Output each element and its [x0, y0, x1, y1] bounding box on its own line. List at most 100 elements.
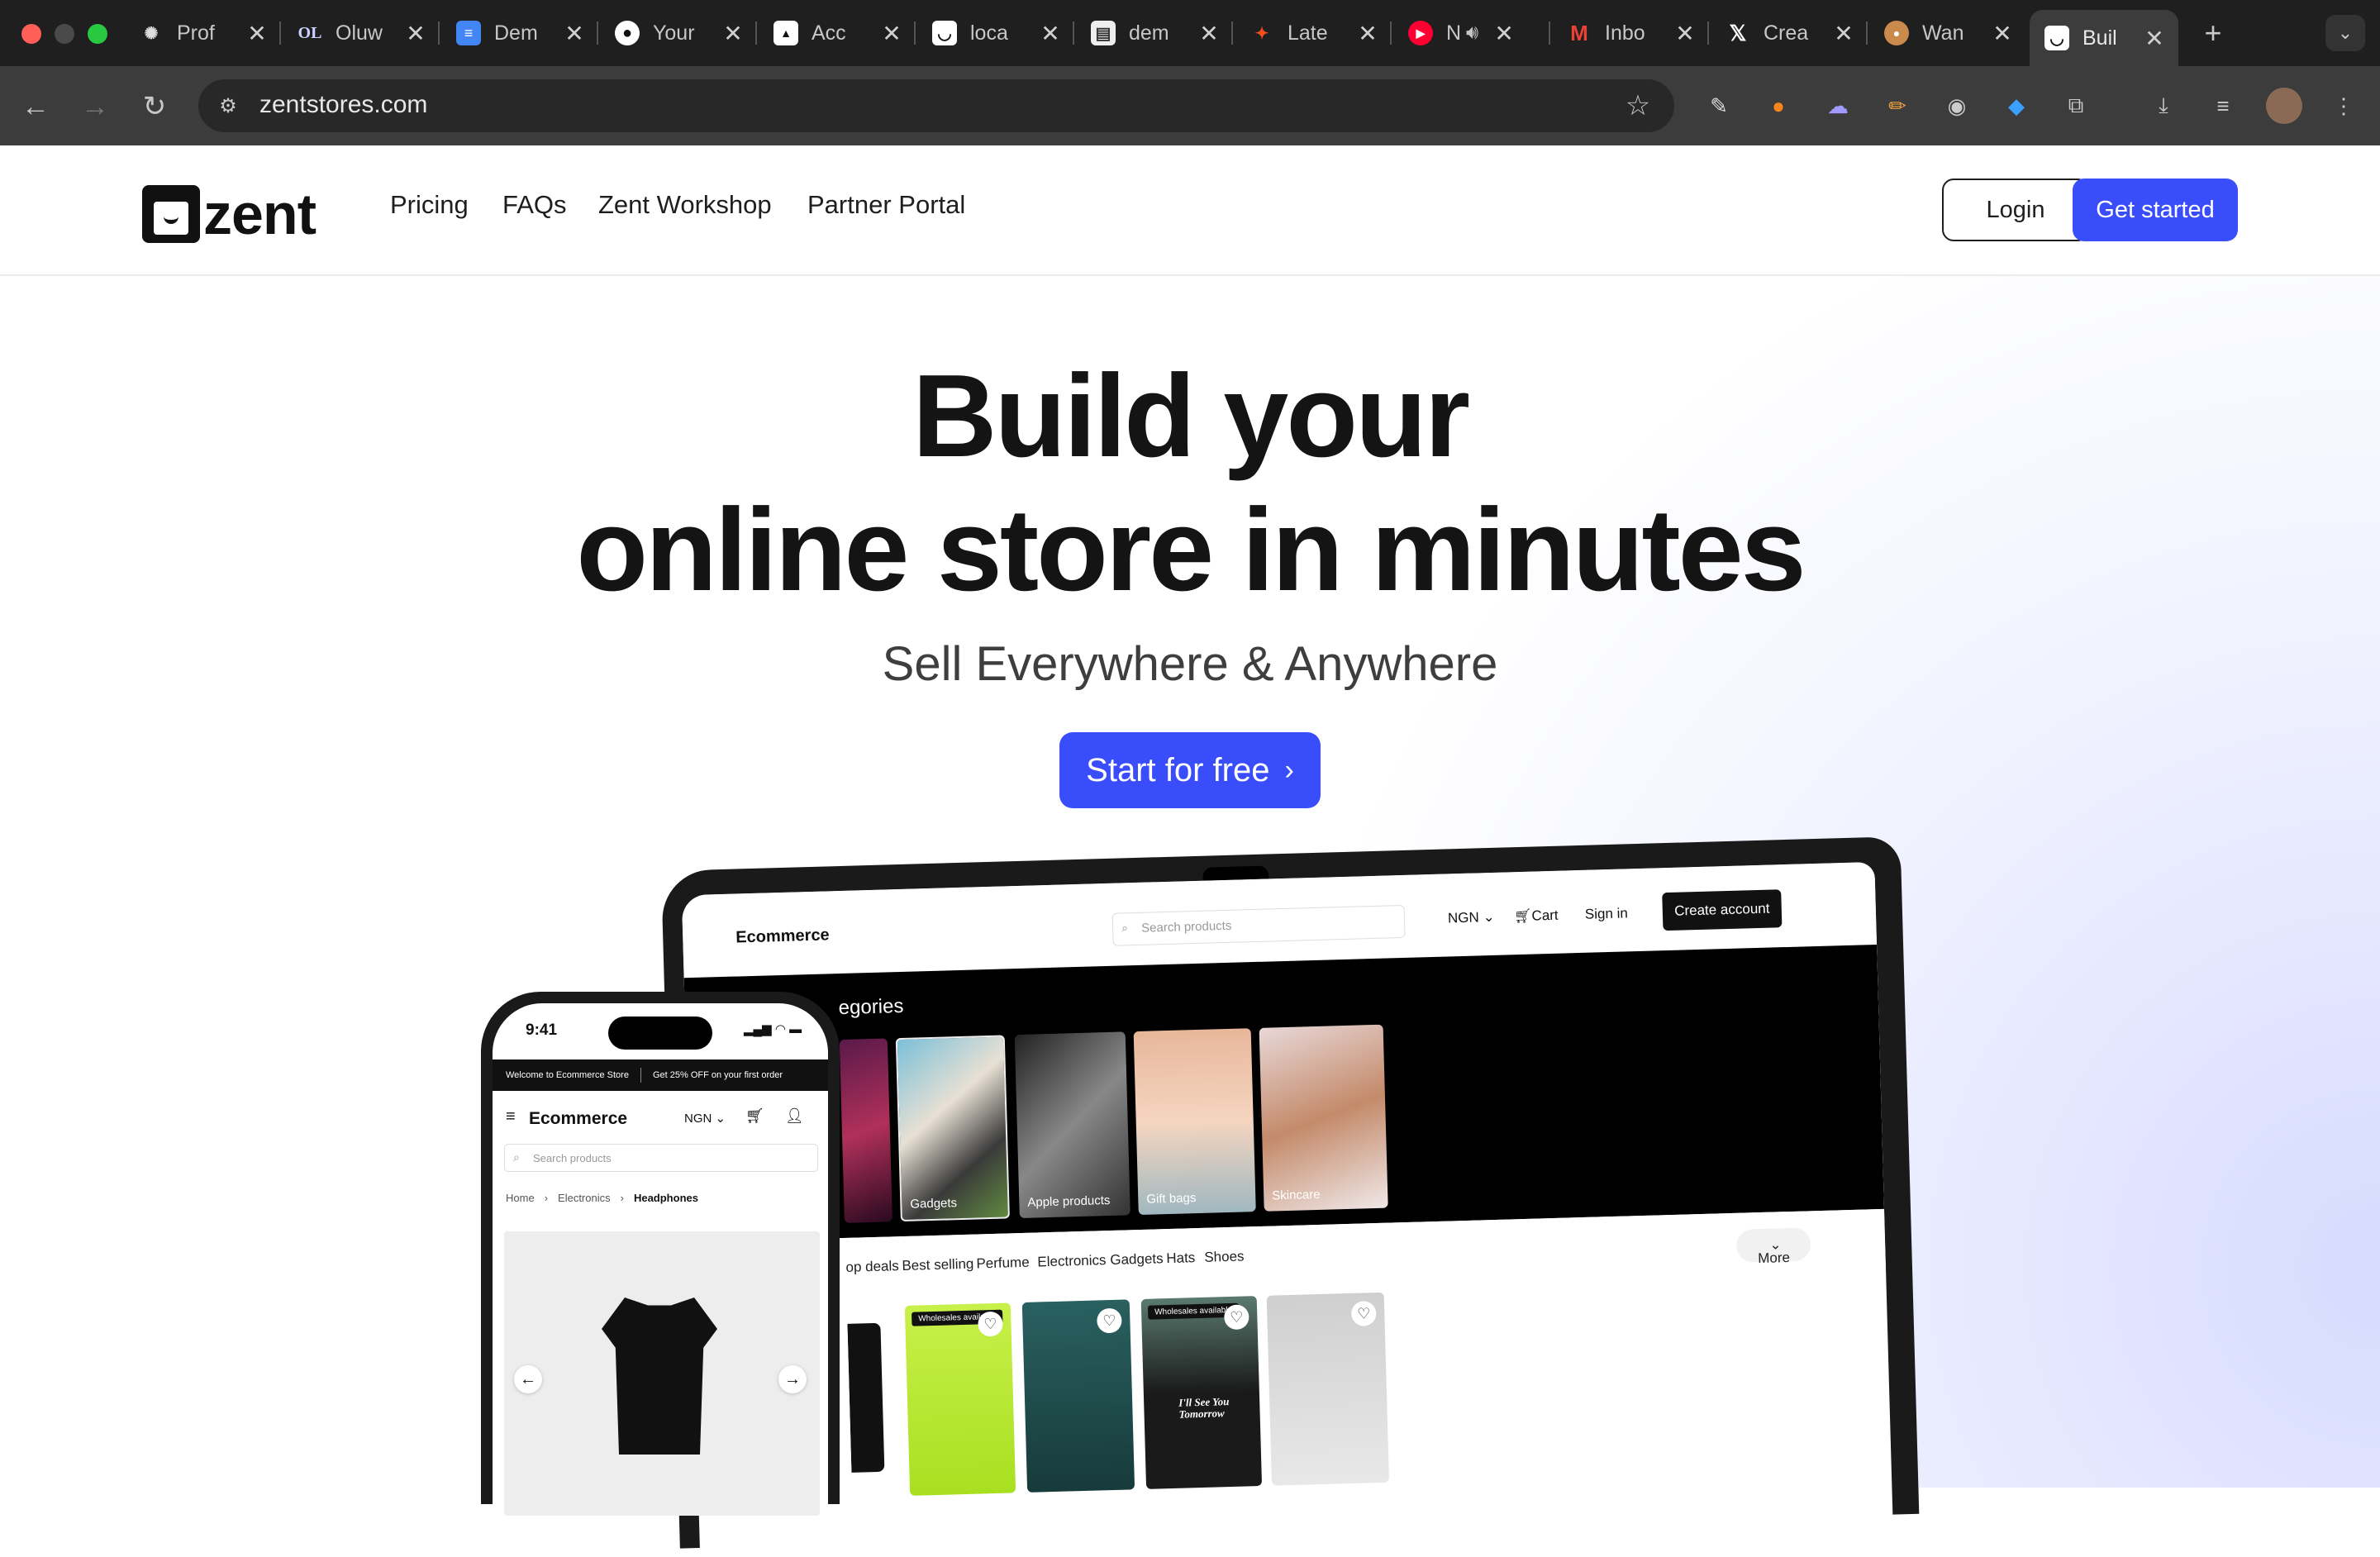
category-card[interactable]	[839, 1038, 892, 1223]
start-for-free-button[interactable]: Start for free ›	[1059, 732, 1321, 808]
promo-banner: Welcome to Ecommerce Store Get 25% OFF o…	[493, 1059, 828, 1091]
currency-select[interactable]: NGN ⌄	[1448, 909, 1495, 927]
browser-tab[interactable]: ▶ N 🔊︎ ✕	[1393, 13, 1550, 53]
get-started-button[interactable]: Get started	[2073, 179, 2238, 241]
reload-icon[interactable]: ↻	[136, 88, 174, 126]
login-button[interactable]: Login	[1942, 179, 2089, 241]
site-info-icon[interactable]: ⚙	[210, 88, 246, 124]
heart-icon[interactable]: ♡	[1223, 1304, 1250, 1331]
nav-partner-portal[interactable]: Partner Portal	[807, 190, 965, 220]
filter-perfume[interactable]: Perfume	[976, 1255, 1030, 1273]
phone-search-input[interactable]: ⌕ Search products	[504, 1144, 818, 1172]
filter-top-deals[interactable]: op deals	[845, 1258, 899, 1276]
filter-best-selling[interactable]: Best selling	[902, 1256, 973, 1274]
browser-tab[interactable]: 𝕏 Crea ✕	[1711, 13, 1868, 53]
product-card-jordan[interactable]: ♡	[1266, 1292, 1389, 1486]
browser-tab[interactable]: ◡ loca ✕	[917, 13, 1074, 53]
cart-link[interactable]: 🛒︎Cart	[1514, 907, 1559, 925]
category-card-skincare[interactable]: Skincare	[1259, 1024, 1388, 1212]
pen-icon[interactable]: ✏	[1879, 88, 1916, 124]
close-tab-icon[interactable]: ✕	[2140, 25, 2168, 52]
heart-icon[interactable]: ♡	[1096, 1307, 1122, 1334]
hamburger-icon[interactable]: ≡	[506, 1107, 516, 1126]
product-card-graphic-hoodie[interactable]: Wholesales available ♡ I'll See You Tomo…	[1140, 1296, 1263, 1489]
close-tab-icon[interactable]: ✕	[1830, 20, 1858, 47]
dynamic-island	[608, 1017, 712, 1050]
browser-tab-active[interactable]: ◡ Buil ✕	[2030, 10, 2178, 66]
eyedropper-icon[interactable]: ✎	[1701, 88, 1737, 124]
filter-electronics[interactable]: Electronics	[1037, 1252, 1107, 1270]
minimize-window-button[interactable]	[55, 24, 74, 44]
maximize-window-button[interactable]	[88, 24, 107, 44]
nav-zent-workshop[interactable]: Zent Workshop	[598, 190, 772, 220]
close-tab-icon[interactable]: ✕	[1671, 20, 1699, 47]
product-card-sneaker[interactable]: Wholesales available ♡	[904, 1302, 1016, 1496]
storage-icon[interactable]: ◉	[1939, 88, 1975, 124]
product-card-hoodie[interactable]: ♡	[1021, 1299, 1135, 1493]
diamond-icon[interactable]: ◆	[1998, 88, 2035, 124]
menu-kebab-icon[interactable]: ⋮	[2325, 88, 2362, 124]
close-window-button[interactable]	[21, 24, 41, 44]
create-account-button[interactable]: Create account	[1662, 889, 1783, 931]
filter-hats[interactable]: Hats	[1166, 1250, 1196, 1267]
close-tab-icon[interactable]: ✕	[1988, 20, 2016, 47]
more-dropdown[interactable]: More ⌄	[1735, 1227, 1811, 1266]
user-icon[interactable]: 👤︎	[785, 1107, 804, 1125]
close-tab-icon[interactable]: ✕	[560, 20, 588, 47]
tab-search-icon[interactable]: ⌄	[2325, 15, 2365, 51]
nav-pricing[interactable]: Pricing	[390, 190, 469, 220]
filter-gadgets[interactable]: Gadgets	[1110, 1250, 1164, 1269]
forward-icon[interactable]: →	[76, 88, 114, 126]
vercel-icon: ▲	[774, 21, 798, 45]
nav-faqs[interactable]: FAQs	[502, 190, 567, 220]
close-tab-icon[interactable]: ✕	[402, 20, 430, 47]
sign-in-link[interactable]: Sign in	[1585, 905, 1629, 922]
profile-avatar[interactable]	[2266, 88, 2302, 124]
close-tab-icon[interactable]: ✕	[243, 20, 271, 47]
bookmark-star-icon[interactable]: ☆	[1618, 86, 1658, 126]
url-text[interactable]: zentstores.com	[259, 91, 427, 119]
close-tab-icon[interactable]: ✕	[1036, 20, 1064, 47]
status-icons: ▂▄▆ ◠ ▬	[744, 1022, 802, 1036]
product-card[interactable]	[846, 1306, 896, 1497]
browser-tab[interactable]: ✦ Late ✕	[1235, 13, 1392, 53]
prev-image-button[interactable]: ←	[514, 1365, 542, 1393]
close-tab-icon[interactable]: ✕	[1490, 20, 1518, 47]
close-tab-icon[interactable]: ✕	[719, 20, 747, 47]
address-bar[interactable]: ⚙ zentstores.com ☆	[198, 79, 1674, 132]
phone-currency-select[interactable]: NGN ⌄	[684, 1111, 726, 1126]
close-tab-icon[interactable]: ✕	[1195, 20, 1223, 47]
browser-tab[interactable]: ▲ Acc ✕	[759, 13, 916, 53]
close-tab-icon[interactable]: ✕	[878, 20, 906, 47]
filter-shoes[interactable]: Shoes	[1204, 1248, 1245, 1265]
store-search-input[interactable]: ⌕ Search products	[1111, 904, 1406, 946]
browser-tab[interactable]: OL Oluw ✕	[283, 13, 440, 53]
browser-tab[interactable]: ● Wan ✕	[1869, 13, 2026, 53]
browser-tab[interactable]: ● Your ✕	[600, 13, 757, 53]
ghost-icon[interactable]: ☁	[1820, 88, 1856, 124]
download-icon[interactable]: ⤓	[2145, 88, 2182, 124]
cart-icon[interactable]: 🛒︎	[745, 1107, 764, 1125]
close-tab-icon[interactable]: ✕	[1354, 20, 1382, 47]
site-header: zent Pricing FAQs Zent Workshop Partner …	[0, 145, 2380, 276]
browser-tab[interactable]: ▤ dem ✕	[1076, 13, 1233, 53]
extensions-icon[interactable]: ⧉	[2058, 88, 2094, 124]
next-image-button[interactable]: →	[778, 1365, 807, 1393]
media-control-icon[interactable]: ≡	[2205, 88, 2241, 124]
back-icon[interactable]: ←	[17, 88, 55, 126]
phone-store-navbar: ≡ Ecommerce NGN ⌄ 🛒︎ 👤︎	[506, 1107, 804, 1128]
category-card-gift-bags[interactable]: Gift bags	[1133, 1028, 1256, 1216]
browser-tab[interactable]: M Inbo ✕	[1552, 13, 1709, 53]
heart-icon[interactable]: ♡	[978, 1311, 1003, 1337]
heart-icon[interactable]: ♡	[1350, 1301, 1377, 1326]
browser-tab[interactable]: ✺ Prof ✕	[124, 13, 281, 53]
category-card-apple-products[interactable]: Apple products	[1014, 1031, 1130, 1219]
speaker-icon[interactable]: 🔊︎	[1466, 21, 1478, 45]
browser-tab[interactable]: ≡ Dem ✕	[441, 13, 598, 53]
new-tab-icon[interactable]: +	[2195, 15, 2231, 51]
tablet-screen: Ecommerce ⌕ Search products NGN ⌄ 🛒︎Cart…	[681, 861, 1893, 1557]
zent-logo[interactable]: zent	[142, 181, 317, 247]
metamask-icon[interactable]: ●	[1760, 88, 1797, 124]
phone-time: 9:41	[526, 1021, 558, 1039]
category-card-gadgets[interactable]: Gadgets	[895, 1035, 1010, 1222]
